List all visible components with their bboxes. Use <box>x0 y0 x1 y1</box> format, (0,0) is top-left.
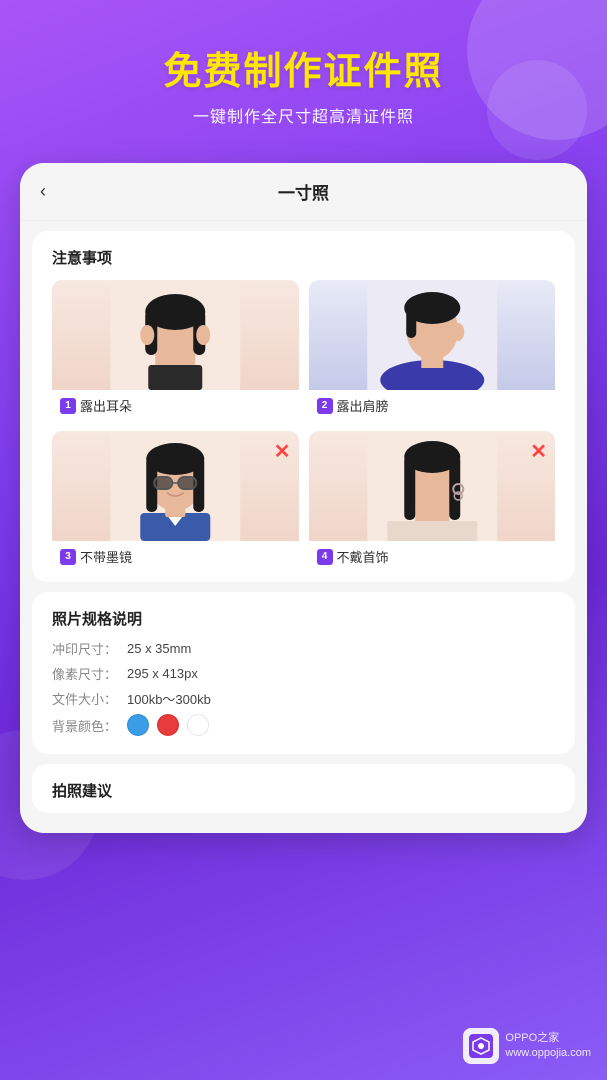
photo-grid: 1 露出耳朵 <box>52 280 555 572</box>
notice-section: 注意事项 <box>32 231 575 582</box>
label-text-3: 不带墨镜 <box>80 547 132 566</box>
watermark-text: OPPO之家 www.oppojia.com <box>505 1031 591 1062</box>
color-dot-white[interactable] <box>187 714 209 736</box>
specs-section: 照片规格说明 冲印尺寸： 25 x 35mm 像素尺寸： 295 x 413px… <box>32 592 575 754</box>
color-dots <box>127 714 209 736</box>
photo-img-3: ✕ <box>52 431 299 541</box>
spec-value-3: 100kb～300kb <box>127 689 211 708</box>
watermark-site: OPPO之家 <box>505 1031 591 1046</box>
label-num-2: 2 <box>317 398 333 414</box>
photo-item-1: 1 露出耳朵 <box>52 280 299 421</box>
spec-value-1: 25 x 35mm <box>127 641 191 656</box>
spec-row-color: 背景颜色： <box>52 714 555 736</box>
watermark-url: www.oppojia.com <box>505 1046 591 1061</box>
page-title: 免费制作证件照 <box>20 40 587 95</box>
suggest-title: 拍照建议 <box>52 780 555 801</box>
watermark: OPPO之家 www.oppojia.com <box>463 1028 591 1064</box>
page-header: 免费制作证件照 一键制作全尺寸超高清证件照 <box>0 0 607 147</box>
photo-item-3: ✕ <box>52 431 299 572</box>
photo-label-4: 4 不戴首饰 <box>309 541 556 572</box>
spec-label-1: 冲印尺寸： <box>52 639 127 658</box>
label-text-1: 露出耳朵 <box>80 396 132 415</box>
back-button[interactable]: ‹ <box>40 181 46 202</box>
watermark-logo <box>463 1028 499 1064</box>
photo-img-4: ✕ <box>309 431 556 541</box>
photo-label-1: 1 露出耳朵 <box>52 390 299 421</box>
label-text-2: 露出肩膀 <box>337 396 389 415</box>
label-num-4: 4 <box>317 549 333 565</box>
photo-label-3: 3 不带墨镜 <box>52 541 299 572</box>
page-subtitle: 一键制作全尺寸超高清证件照 <box>20 103 587 127</box>
specs-title: 照片规格说明 <box>52 608 555 629</box>
card-title: 一寸照 <box>278 179 329 204</box>
spec-label-3: 文件大小： <box>52 689 127 708</box>
photo-img-2 <box>309 280 556 390</box>
x-mark-3: ✕ <box>274 439 291 464</box>
color-dot-red[interactable] <box>157 714 179 736</box>
card-header: ‹ 一寸照 <box>20 163 587 221</box>
notice-title: 注意事项 <box>52 247 555 268</box>
photo-img-1 <box>52 280 299 390</box>
label-num-3: 3 <box>60 549 76 565</box>
main-card: ‹ 一寸照 注意事项 <box>20 163 587 833</box>
spec-row-3: 文件大小： 100kb～300kb <box>52 689 555 708</box>
spec-row-2: 像素尺寸： 295 x 413px <box>52 664 555 683</box>
spec-label-color: 背景颜色： <box>52 716 127 735</box>
photo-item-4: ✕ <box>309 431 556 572</box>
photo-label-2: 2 露出肩膀 <box>309 390 556 421</box>
label-num-1: 1 <box>60 398 76 414</box>
color-dot-blue[interactable] <box>127 714 149 736</box>
spec-label-2: 像素尺寸： <box>52 664 127 683</box>
suggest-section: 拍照建议 <box>32 764 575 813</box>
spec-row-1: 冲印尺寸： 25 x 35mm <box>52 639 555 658</box>
photo-item-2: 2 露出肩膀 <box>309 280 556 421</box>
label-text-4: 不戴首饰 <box>337 547 389 566</box>
x-mark-4: ✕ <box>530 439 547 464</box>
spec-value-2: 295 x 413px <box>127 666 198 681</box>
